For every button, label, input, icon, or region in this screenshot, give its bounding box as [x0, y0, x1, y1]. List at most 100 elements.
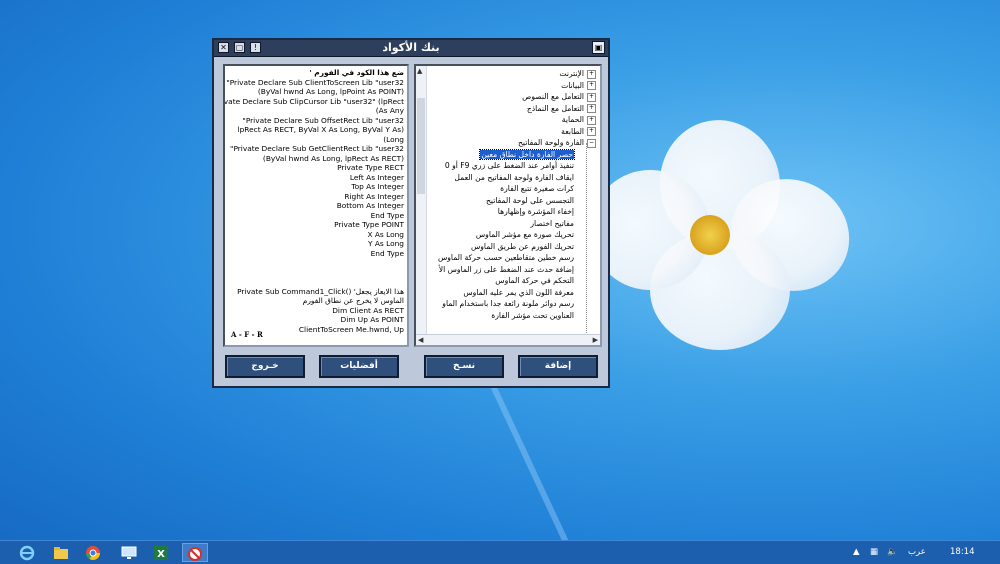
- tree-category-label: الطابعة: [561, 126, 584, 136]
- expand-icon[interactable]: +: [587, 69, 596, 79]
- tree-category[interactable]: +التعامل مع النصوص: [416, 91, 600, 103]
- tree-item[interactable]: التحكم في حركة الماوس: [416, 275, 600, 287]
- tree-category[interactable]: +التعامل مع النماذج: [416, 103, 600, 115]
- tree-category[interactable]: +الطابعة: [416, 126, 600, 138]
- code-line: Long): [383, 134, 404, 144]
- language-indicator[interactable]: عرب: [908, 541, 926, 564]
- copy-button[interactable]: نسـخ: [424, 355, 504, 378]
- tree-item-label: رسم خطين متقاطعين حسب حركة الماوس: [437, 253, 574, 262]
- collapse-icon[interactable]: −: [587, 138, 596, 148]
- code-line: Y As Long: [367, 239, 404, 248]
- chrome-icon[interactable]: [80, 543, 106, 562]
- code-line: Private Declare Sub ClientToScreen Lib "…: [226, 77, 404, 87]
- code-line: As Any): [375, 106, 404, 115]
- code-line: Right As Integer: [344, 191, 404, 201]
- code-line: ضع هذا الكود في الفورم ': [309, 68, 404, 77]
- excel-icon[interactable]: X: [148, 543, 174, 562]
- tree-item[interactable]: رسم دوائر ملونة رائعة جدا باستخدام الماو: [416, 298, 600, 310]
- code-bank-icon[interactable]: [182, 543, 208, 562]
- tree-item[interactable]: تنفيذ أوامر عند الضغط على زري F9 أو 0: [416, 160, 600, 172]
- tree-category[interactable]: +البيانات: [416, 80, 600, 92]
- tree-item[interactable]: كرات صغيرة تتبع الفارة: [416, 183, 600, 195]
- tree-category-label: البيانات: [561, 80, 584, 90]
- network-icon[interactable]: ▦: [870, 541, 878, 564]
- code-line: Private Type POINT: [334, 220, 404, 229]
- code-line: Private Type RECT: [337, 163, 404, 172]
- scroll-up-icon[interactable]: ▲: [417, 67, 422, 75]
- code-line: End Type: [370, 210, 404, 220]
- tree-item-label: تحريك الفورم عن طريق الماوس: [471, 241, 574, 251]
- code-line: Private Declare Sub OffsetRect Lib "user…: [242, 115, 404, 125]
- tree-category-label: الحماية: [561, 115, 584, 124]
- tree-category-label: الإنترنت: [559, 69, 584, 78]
- remote-desktop-icon[interactable]: [116, 543, 142, 562]
- code-bank-window: ✕ ▢ ! بنك الأكواد ▣ ضع هذا الكود في الفو…: [212, 38, 610, 388]
- tree-item[interactable]: إخفاء المؤشرة وإظهارها: [416, 206, 600, 218]
- code-line: X As Long: [367, 229, 404, 239]
- code-view[interactable]: ضع هذا الكود في الفورم ' Private Declare …: [223, 64, 409, 347]
- code-line: Bottom As Integer: [336, 201, 404, 210]
- code-line: هذا الايعاز يجعل' ()Private Sub Command1…: [237, 286, 404, 296]
- app-icon[interactable]: ▣: [592, 41, 605, 54]
- tree-item-label: إخفاء المؤشرة وإظهارها: [497, 207, 574, 216]
- code-line: (ByVal hwnd As Long, lpRect As RECT): [262, 153, 404, 163]
- show-hidden-icons-icon[interactable]: ▲: [853, 541, 860, 564]
- tree-item-label: مفاتيح اختصار: [530, 218, 574, 228]
- tree-item[interactable]: تحريك الفورم عن طريق الماوس: [416, 241, 600, 253]
- tree-category[interactable]: −الفارة ولوحة المفاتيح: [416, 137, 600, 149]
- volume-icon[interactable]: 🔈: [887, 541, 898, 564]
- code-line: Dim Up As POINT: [340, 315, 405, 324]
- add-button[interactable]: إضافة: [518, 355, 598, 378]
- ie-icon[interactable]: [14, 543, 40, 562]
- scroll-right-icon[interactable]: ▶: [593, 336, 598, 344]
- tree-item[interactable]: ايقاف الفارة ولوحة المفاتيح من العمل: [416, 172, 600, 184]
- tree-category[interactable]: +الحماية: [416, 114, 600, 126]
- expand-icon[interactable]: +: [587, 92, 596, 102]
- exit-button[interactable]: خـروج: [225, 355, 305, 378]
- scroll-thumb[interactable]: [417, 98, 425, 194]
- file-explorer-icon[interactable]: [48, 543, 74, 562]
- tree-item[interactable]: رسم خطين متقاطعين حسب حركة الماوس: [416, 252, 600, 264]
- tree-item[interactable]: التجسس على لوحة المفاتيح: [416, 195, 600, 207]
- tree-item[interactable]: العناوين تحت مؤشر الفارة: [416, 310, 600, 322]
- tree-item-label: كرات صغيرة تتبع الفارة: [500, 184, 574, 193]
- tree-item[interactable]: مفاتيح اختصار: [416, 218, 600, 230]
- tree-item[interactable]: تحريك صورة مع مؤشر الماوس: [416, 229, 600, 241]
- code-line: Private Declare Sub ClipCursor Lib "user…: [223, 96, 404, 106]
- tree-item[interactable]: معرفة اللون الذي يمر عليه الماوس: [416, 287, 600, 299]
- tree-item-label: التحكم في حركة الماوس: [495, 276, 574, 285]
- code-line: End Type: [370, 248, 404, 258]
- taskbar: X ▲ ▦ 🔈 عرب 18:14: [0, 540, 1000, 564]
- code-line: (ByVal hwnd As Long, lpPoint As POINT): [257, 87, 404, 96]
- clock[interactable]: 18:14: [950, 541, 975, 564]
- favorites-button[interactable]: أفضليات: [319, 355, 399, 378]
- tree-item[interactable]: إضافة حدث عند الضغط على زر الماوس الأ: [416, 264, 600, 276]
- tree-item-label: تحريك صورة مع مؤشر الماوس: [475, 230, 574, 239]
- expand-icon[interactable]: +: [587, 81, 596, 90]
- title-bar[interactable]: ✕ ▢ ! بنك الأكواد ▣: [214, 40, 608, 57]
- code-line: Private Declare Sub GetClientRect Lib "u…: [230, 144, 404, 153]
- code-line: Dim Client As RECT: [332, 305, 404, 315]
- tree-vertical-scrollbar[interactable]: ▲: [416, 66, 427, 335]
- tree-item-label: رسم دوائر ملونة رائعة جدا باستخدام الماو: [442, 299, 574, 308]
- code-line: Left As Integer: [349, 172, 404, 182]
- tree-item-label: ايقاف الفارة ولوحة المفاتيح من العمل: [454, 172, 574, 182]
- tree-category[interactable]: +الإنترنت: [416, 68, 600, 80]
- tree-item-label: معرفة اللون الذي يمر عليه الماوس: [463, 287, 574, 297]
- window-title: بنك الأكواد: [382, 41, 440, 54]
- tree-item-label: التجسس على لوحة المفاتيح: [486, 195, 574, 205]
- scroll-left-icon[interactable]: ◀: [418, 336, 423, 344]
- expand-icon[interactable]: +: [587, 104, 596, 113]
- tree-horizontal-scrollbar[interactable]: ◀ ▶: [416, 334, 600, 345]
- code-line: الماوس لا يخرج عن نطاق الفورم: [302, 296, 404, 305]
- signature: A - F - R: [231, 329, 263, 339]
- expand-icon[interactable]: +: [587, 115, 596, 125]
- tree-item-label: تنفيذ أوامر عند الضغط على زري F9 أو 0: [444, 161, 574, 170]
- tree-item-label: العناوين تحت مؤشر الفارة: [491, 310, 574, 320]
- category-tree[interactable]: +الإنترنت +البيانات +التعامل مع النصوص +الت…: [414, 64, 602, 347]
- code-line: Top As Integer: [351, 182, 404, 191]
- expand-icon[interactable]: +: [587, 127, 596, 136]
- code-line: (lpRect As RECT, ByVal X As Long, ByVal …: [237, 125, 404, 134]
- tree-item[interactable]: حصر الفارة داخل نطاق معين: [416, 148, 600, 161]
